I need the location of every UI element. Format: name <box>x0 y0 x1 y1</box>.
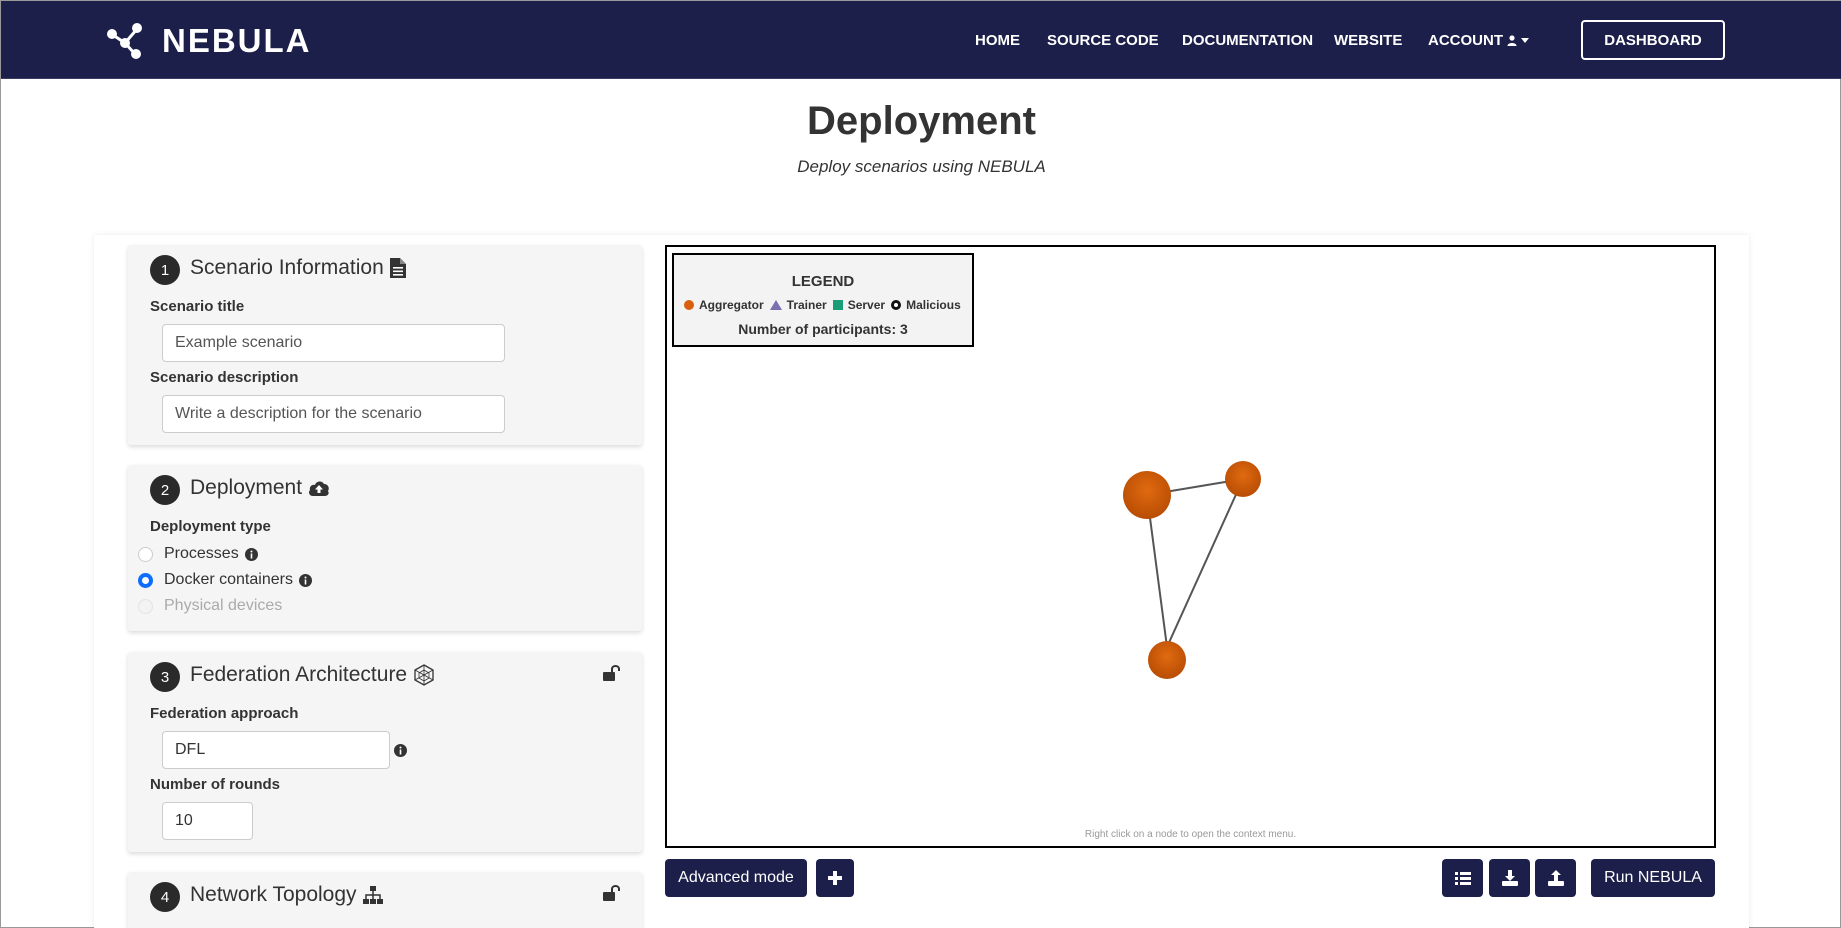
scenario-description-input[interactable] <box>162 395 505 433</box>
node-aggregator[interactable] <box>1148 641 1186 679</box>
option-processes-label: Processes <box>164 545 239 562</box>
card-title: Network Topology <box>190 883 383 907</box>
legend-title: LEGEND <box>791 273 855 290</box>
advanced-mode-button[interactable]: Advanced mode <box>665 859 807 897</box>
trainer-marker <box>769 300 782 310</box>
unlock-icon[interactable] <box>602 884 620 902</box>
network-topology-card: 4 Network Topology <box>128 872 642 928</box>
participants-count: Number of participants: 3 <box>738 321 908 337</box>
option-processes[interactable]: Processes <box>138 545 258 563</box>
step-number: 4 <box>150 882 180 912</box>
node-aggregator[interactable] <box>1225 461 1261 497</box>
sitemap-icon <box>362 886 383 904</box>
scenario-title-label: Scenario title <box>150 298 245 315</box>
step-number: 3 <box>150 662 180 692</box>
legend-aggregator: Aggregator <box>699 298 764 312</box>
malicious-marker <box>891 300 902 310</box>
topology-graph[interactable]: LEGEND Aggregator Trainer Server Malicio… <box>665 245 1716 848</box>
legend-trainer: Trainer <box>786 298 827 312</box>
radio-physical-devices <box>138 598 153 614</box>
card-title: Scenario Information <box>190 256 406 280</box>
nav-source-code[interactable]: SOURCE CODE <box>1047 32 1159 49</box>
scenario-title-input[interactable] <box>162 324 505 362</box>
legend-malicious: Malicious <box>906 298 961 312</box>
list-button[interactable] <box>1442 859 1483 897</box>
option-docker-label: Docker containers <box>164 571 293 588</box>
graph-hint: Right click on a node to open the contex… <box>1084 829 1297 840</box>
navbar: NEBULA HOME SOURCE CODE DOCUMENTATION WE… <box>1 1 1841 79</box>
card-title-text: Deployment <box>190 476 303 499</box>
nav-documentation[interactable]: DOCUMENTATION <box>1182 32 1313 49</box>
dashboard-button[interactable]: DASHBOARD <box>1581 20 1725 60</box>
unlock-icon[interactable] <box>602 664 620 682</box>
legend-items: Aggregator Trainer Server Malicious <box>684 298 967 312</box>
info-icon[interactable] <box>244 547 258 561</box>
document-icon <box>389 258 406 278</box>
card-title: Deployment <box>190 476 330 500</box>
federation-approach-label: Federation approach <box>150 705 299 722</box>
page-title: Deployment <box>807 99 1036 143</box>
graph-legend: LEGEND Aggregator Trainer Server Malicio… <box>672 253 974 347</box>
nav-home[interactable]: HOME <box>975 32 1020 49</box>
rounds-input[interactable] <box>162 802 253 840</box>
caret-down-icon <box>1521 38 1529 43</box>
aggregator-marker <box>684 300 694 310</box>
server-marker <box>832 300 843 310</box>
nav-account[interactable]: ACCOUNT <box>1428 32 1529 49</box>
scenario-description-label: Scenario description <box>150 369 299 386</box>
federation-architecture-card: 3 Federation Architecture Federation app… <box>128 652 642 852</box>
plus-icon <box>828 871 842 885</box>
download-button[interactable] <box>1489 859 1530 897</box>
list-icon <box>1454 872 1471 885</box>
run-nebula-button[interactable]: Run NEBULA <box>1591 859 1715 897</box>
option-docker[interactable]: Docker containers <box>138 571 312 589</box>
nav-account-label: ACCOUNT <box>1428 32 1503 49</box>
card-title-text: Federation Architecture <box>190 663 408 686</box>
download-icon <box>1501 870 1518 886</box>
scenario-information-card: 1 Scenario Information Scenario title Sc… <box>128 245 642 445</box>
radio-processes[interactable] <box>138 546 153 562</box>
option-physical-devices: Physical devices <box>138 597 282 615</box>
upload-button[interactable] <box>1535 859 1576 897</box>
graph-edge <box>1166 478 1244 648</box>
card-title-text: Scenario Information <box>190 256 384 279</box>
node-aggregator[interactable] <box>1123 471 1171 519</box>
option-physical-devices-label: Physical devices <box>164 597 283 614</box>
federation-approach-select[interactable] <box>162 731 390 769</box>
step-number: 1 <box>150 255 180 285</box>
info-icon[interactable] <box>298 573 312 587</box>
user-icon <box>1507 35 1517 46</box>
brand-name: NEBULA <box>162 22 312 59</box>
nav-website[interactable]: WEBSITE <box>1334 32 1402 49</box>
legend-server: Server <box>847 298 886 312</box>
upload-icon <box>1547 870 1564 886</box>
radio-docker[interactable] <box>138 572 153 588</box>
step-number: 2 <box>150 475 180 505</box>
info-icon[interactable] <box>394 744 407 757</box>
nebula-logo-icon <box>107 23 142 59</box>
rounds-label: Number of rounds <box>150 776 280 793</box>
deployment-card: 2 Deployment Deployment type Processes D… <box>128 465 642 631</box>
page-subtitle: Deploy scenarios using NEBULA <box>797 157 1046 176</box>
card-title: Federation Architecture <box>190 663 435 687</box>
add-node-button[interactable] <box>816 859 854 897</box>
cloud-upload-icon <box>309 481 329 496</box>
brand[interactable]: NEBULA <box>105 21 312 61</box>
network-hexagon-icon <box>414 664 434 686</box>
deployment-type-label: Deployment type <box>150 518 271 535</box>
card-title-text: Network Topology <box>190 883 357 906</box>
